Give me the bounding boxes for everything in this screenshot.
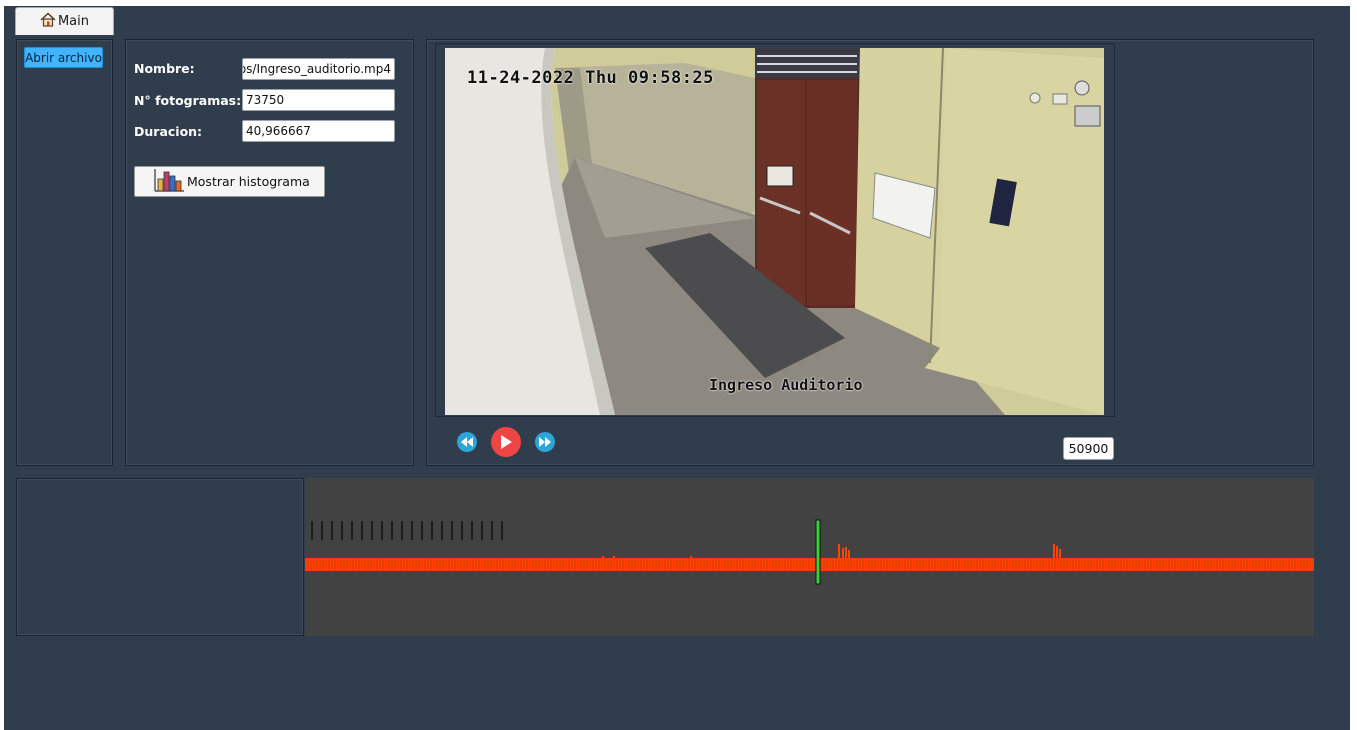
video-display[interactable]: 11-24-2022 Thu 09:58:25 Ingreso Auditori… [445,48,1104,415]
video-camera-name: Ingreso Auditorio [709,376,863,394]
timeline-signal-spike [613,556,615,558]
timeline-signal-spike [1056,546,1058,558]
open-file-button[interactable]: Abrir archivo [24,47,103,68]
timeline-signal-spike [848,550,850,558]
play-icon[interactable] [491,427,521,457]
tab-main-label: Main [57,14,90,29]
timeline-graph [305,519,1314,585]
home-icon [40,12,56,31]
tab-main[interactable]: Main [15,7,114,35]
tab-bar: Main [4,6,1350,35]
timeline-signal-spike [845,547,847,558]
duration-field[interactable]: 40,966667 [242,120,395,142]
timeline-signal-spike [690,556,692,558]
name-field[interactable]: eos/Ingreso_auditorio.mp4 [242,58,395,80]
name-label: Nombre: [134,61,195,76]
timeline-left-panel [16,478,304,636]
rewind-icon[interactable] [457,432,477,452]
current-frame-display: 50900 [1063,437,1114,460]
show-histogram-label: Mostrar histograma [187,174,310,189]
duration-label: Duracion: [134,124,203,139]
video-timestamp: 11-24-2022 Thu 09:58:25 [467,68,714,88]
show-histogram-button[interactable]: Mostrar histograma [134,166,325,197]
frames-field[interactable]: 73750 [242,89,395,111]
bar-chart-icon [153,167,185,196]
timeline-signal-spike [1053,544,1055,558]
timeline-signal-spike [842,548,844,558]
timeline-signal-band [305,558,1314,571]
frames-label: N° fotogramas: [134,93,242,108]
fast-forward-icon[interactable] [535,432,555,452]
timeline-signal-spike [838,544,840,558]
frame-timeline[interactable] [305,478,1314,636]
sidebar-panel [16,39,113,466]
timeline-signal-spike [602,556,604,558]
video-scene [445,48,1104,415]
app-window: Main Abrir archivo Nombre: eos/Ingreso_a… [4,6,1350,730]
timeline-playhead[interactable] [815,519,821,585]
timeline-signal-spike [1059,549,1061,558]
